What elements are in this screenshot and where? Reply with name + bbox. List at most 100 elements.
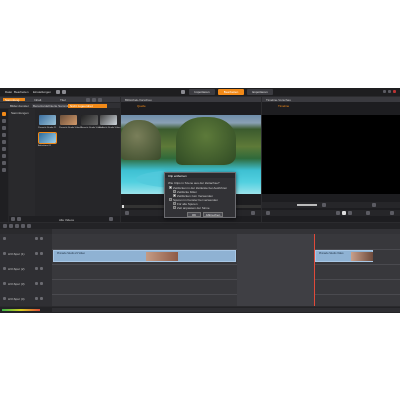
lane-divider bbox=[52, 294, 400, 295]
thumb-3[interactable] bbox=[81, 115, 98, 125]
thumb-5[interactable] bbox=[38, 132, 57, 144]
timeline-tool-3-icon[interactable] bbox=[15, 224, 19, 228]
track-3-name[interactable]: A/V-Spur (3) bbox=[8, 282, 25, 286]
dialog-cancel-button[interactable]: Abbrechen bbox=[203, 212, 223, 217]
track-1-name[interactable]: A/V-Spur (1) bbox=[8, 252, 25, 256]
track-header-0 bbox=[0, 236, 52, 242]
rail-audio-icon[interactable] bbox=[2, 126, 6, 130]
timeline-player: Timeline-Vorschau Timeline bbox=[262, 97, 400, 222]
dialog-ok-button[interactable]: OK bbox=[187, 212, 201, 217]
timeline-marker-icon[interactable] bbox=[366, 211, 370, 215]
track-1-eye-icon[interactable] bbox=[35, 252, 38, 255]
dialog-option-5-checkbox[interactable] bbox=[173, 206, 176, 209]
timeline-scrollbar[interactable] bbox=[52, 308, 400, 312]
track-2-name[interactable]: A/V-Spur (2) bbox=[8, 267, 25, 271]
dialog-option-1-checkbox[interactable] bbox=[173, 190, 176, 193]
tree-label[interactable]: Sammlungen bbox=[11, 111, 29, 115]
track-4-lock-icon[interactable] bbox=[3, 297, 6, 300]
dialog-titlebar: Clip entfernen bbox=[165, 173, 235, 178]
timeline-clip-1[interactable]: Pinnacle Studio 21 Video bbox=[53, 250, 236, 262]
dialog-option-0-checkbox[interactable] bbox=[169, 186, 172, 189]
close-icon[interactable] bbox=[393, 90, 396, 93]
rail-music-icon[interactable] bbox=[2, 168, 6, 172]
tab-export[interactable]: Exportieren bbox=[247, 89, 273, 95]
zoom-icon[interactable] bbox=[109, 217, 113, 221]
timeline-tool-5-icon[interactable] bbox=[27, 224, 31, 228]
timeline-audio-icon[interactable] bbox=[322, 203, 326, 207]
timeline-tool-1-icon[interactable] bbox=[3, 224, 7, 228]
thumb-1[interactable] bbox=[39, 115, 56, 125]
maximize-icon[interactable] bbox=[388, 90, 391, 93]
library-view-icon[interactable] bbox=[86, 97, 90, 102]
source-player-title: Bibliothek-Vorschau bbox=[125, 98, 152, 102]
track-1-lock-icon[interactable] bbox=[3, 252, 6, 255]
timeline-playhead[interactable] bbox=[314, 234, 315, 306]
track-4-eye-icon[interactable] bbox=[35, 297, 38, 300]
source-playhead[interactable] bbox=[122, 205, 124, 208]
source-tab-window[interactable]: Bilder-Fenster bbox=[10, 104, 29, 108]
library-source-tabs: Bilder-Fenster Benutzerdefinierte Sammlu… bbox=[0, 103, 120, 108]
track-2-lock-icon[interactable] bbox=[3, 267, 6, 270]
timeline-loop-icon[interactable] bbox=[266, 211, 270, 215]
library-panel: Sammlung Inhalt Titel Bilder-Fenster Ben… bbox=[0, 97, 122, 222]
source-tab-custom[interactable]: Benutzerdefinierte Sammlung bbox=[33, 104, 73, 108]
menu-settings[interactable]: Einstellungen bbox=[33, 90, 51, 94]
rail-title-icon[interactable] bbox=[2, 140, 6, 144]
timeline-play-icon[interactable] bbox=[342, 211, 346, 215]
dialog-option-2-checkbox[interactable] bbox=[173, 194, 176, 197]
thumb-4[interactable] bbox=[100, 115, 117, 125]
track-0-lock-icon[interactable] bbox=[3, 237, 6, 240]
dialog-title: Clip entfernen bbox=[168, 174, 187, 178]
library-search-icon[interactable] bbox=[92, 97, 96, 102]
track-1-mute-icon[interactable] bbox=[40, 252, 43, 255]
timeline-tool-2-icon[interactable] bbox=[9, 224, 13, 228]
track-lanes[interactable]: Pinnacle Studio 21 Video Pinnacle Studio… bbox=[52, 234, 400, 306]
home-icon[interactable] bbox=[181, 90, 185, 94]
menu-bar: Datei Bearbeiten Einstellungen Importier… bbox=[0, 88, 400, 96]
rail-effect-icon[interactable] bbox=[2, 154, 6, 158]
track-2-eye-icon[interactable] bbox=[35, 267, 38, 270]
library-tab-content[interactable]: Inhalt bbox=[34, 98, 41, 102]
menu-edit[interactable]: Bearbeiten bbox=[14, 90, 29, 94]
track-0-eye-icon[interactable] bbox=[35, 237, 38, 240]
cliff-right bbox=[176, 117, 236, 165]
timeline-fullscreen-icon[interactable] bbox=[390, 211, 394, 215]
tab-edit[interactable]: Bearbeiten bbox=[218, 89, 244, 95]
track-3-lock-icon[interactable] bbox=[3, 282, 6, 285]
add-icon[interactable] bbox=[11, 217, 15, 221]
dialog-option-4-checkbox[interactable] bbox=[173, 202, 176, 205]
track-2-mute-icon[interactable] bbox=[40, 267, 43, 270]
timeline-settings-icon[interactable] bbox=[372, 203, 376, 207]
dialog-option-3-checkbox[interactable] bbox=[169, 198, 172, 201]
rail-project-icon[interactable] bbox=[2, 133, 6, 137]
rail-photo-icon[interactable] bbox=[2, 119, 6, 123]
timeline-volume-slider[interactable] bbox=[297, 204, 317, 206]
timeline-tool-4-icon[interactable] bbox=[21, 224, 25, 228]
timeline-preview[interactable] bbox=[262, 115, 400, 194]
clip-2-filmstrip bbox=[351, 252, 373, 261]
rail-transition-icon[interactable] bbox=[2, 147, 6, 151]
timeline-player-mode[interactable]: Timeline bbox=[278, 104, 289, 108]
track-4-name[interactable]: A/V-Spur (4) bbox=[8, 297, 25, 301]
menu-file[interactable]: Datei bbox=[5, 90, 12, 94]
rail-video-icon[interactable] bbox=[2, 112, 6, 116]
source-loop-icon[interactable] bbox=[125, 211, 129, 215]
library-filter-icon[interactable] bbox=[98, 97, 102, 102]
track-3-eye-icon[interactable] bbox=[35, 282, 38, 285]
timeline-prev-icon[interactable] bbox=[336, 211, 340, 215]
rail-sound-icon[interactable] bbox=[2, 161, 6, 165]
thumb-2[interactable] bbox=[60, 115, 77, 125]
track-4-mute-icon[interactable] bbox=[40, 297, 43, 300]
track-3-mute-icon[interactable] bbox=[40, 282, 43, 285]
redo-icon[interactable] bbox=[62, 90, 66, 94]
timeline-clip-2[interactable]: Pinnacle Studio Video bbox=[315, 250, 373, 262]
library-tab-titles[interactable]: Titel bbox=[60, 98, 66, 102]
source-fullscreen-icon[interactable] bbox=[251, 211, 255, 215]
timeline-next-icon[interactable] bbox=[348, 211, 352, 215]
source-player-mode[interactable]: Quelle bbox=[137, 104, 146, 108]
undo-icon[interactable] bbox=[56, 90, 60, 94]
delete-icon[interactable] bbox=[17, 217, 21, 221]
minimize-icon[interactable] bbox=[383, 90, 386, 93]
track-0-mute-icon[interactable] bbox=[40, 237, 43, 240]
tab-import[interactable]: Importieren bbox=[189, 89, 215, 95]
